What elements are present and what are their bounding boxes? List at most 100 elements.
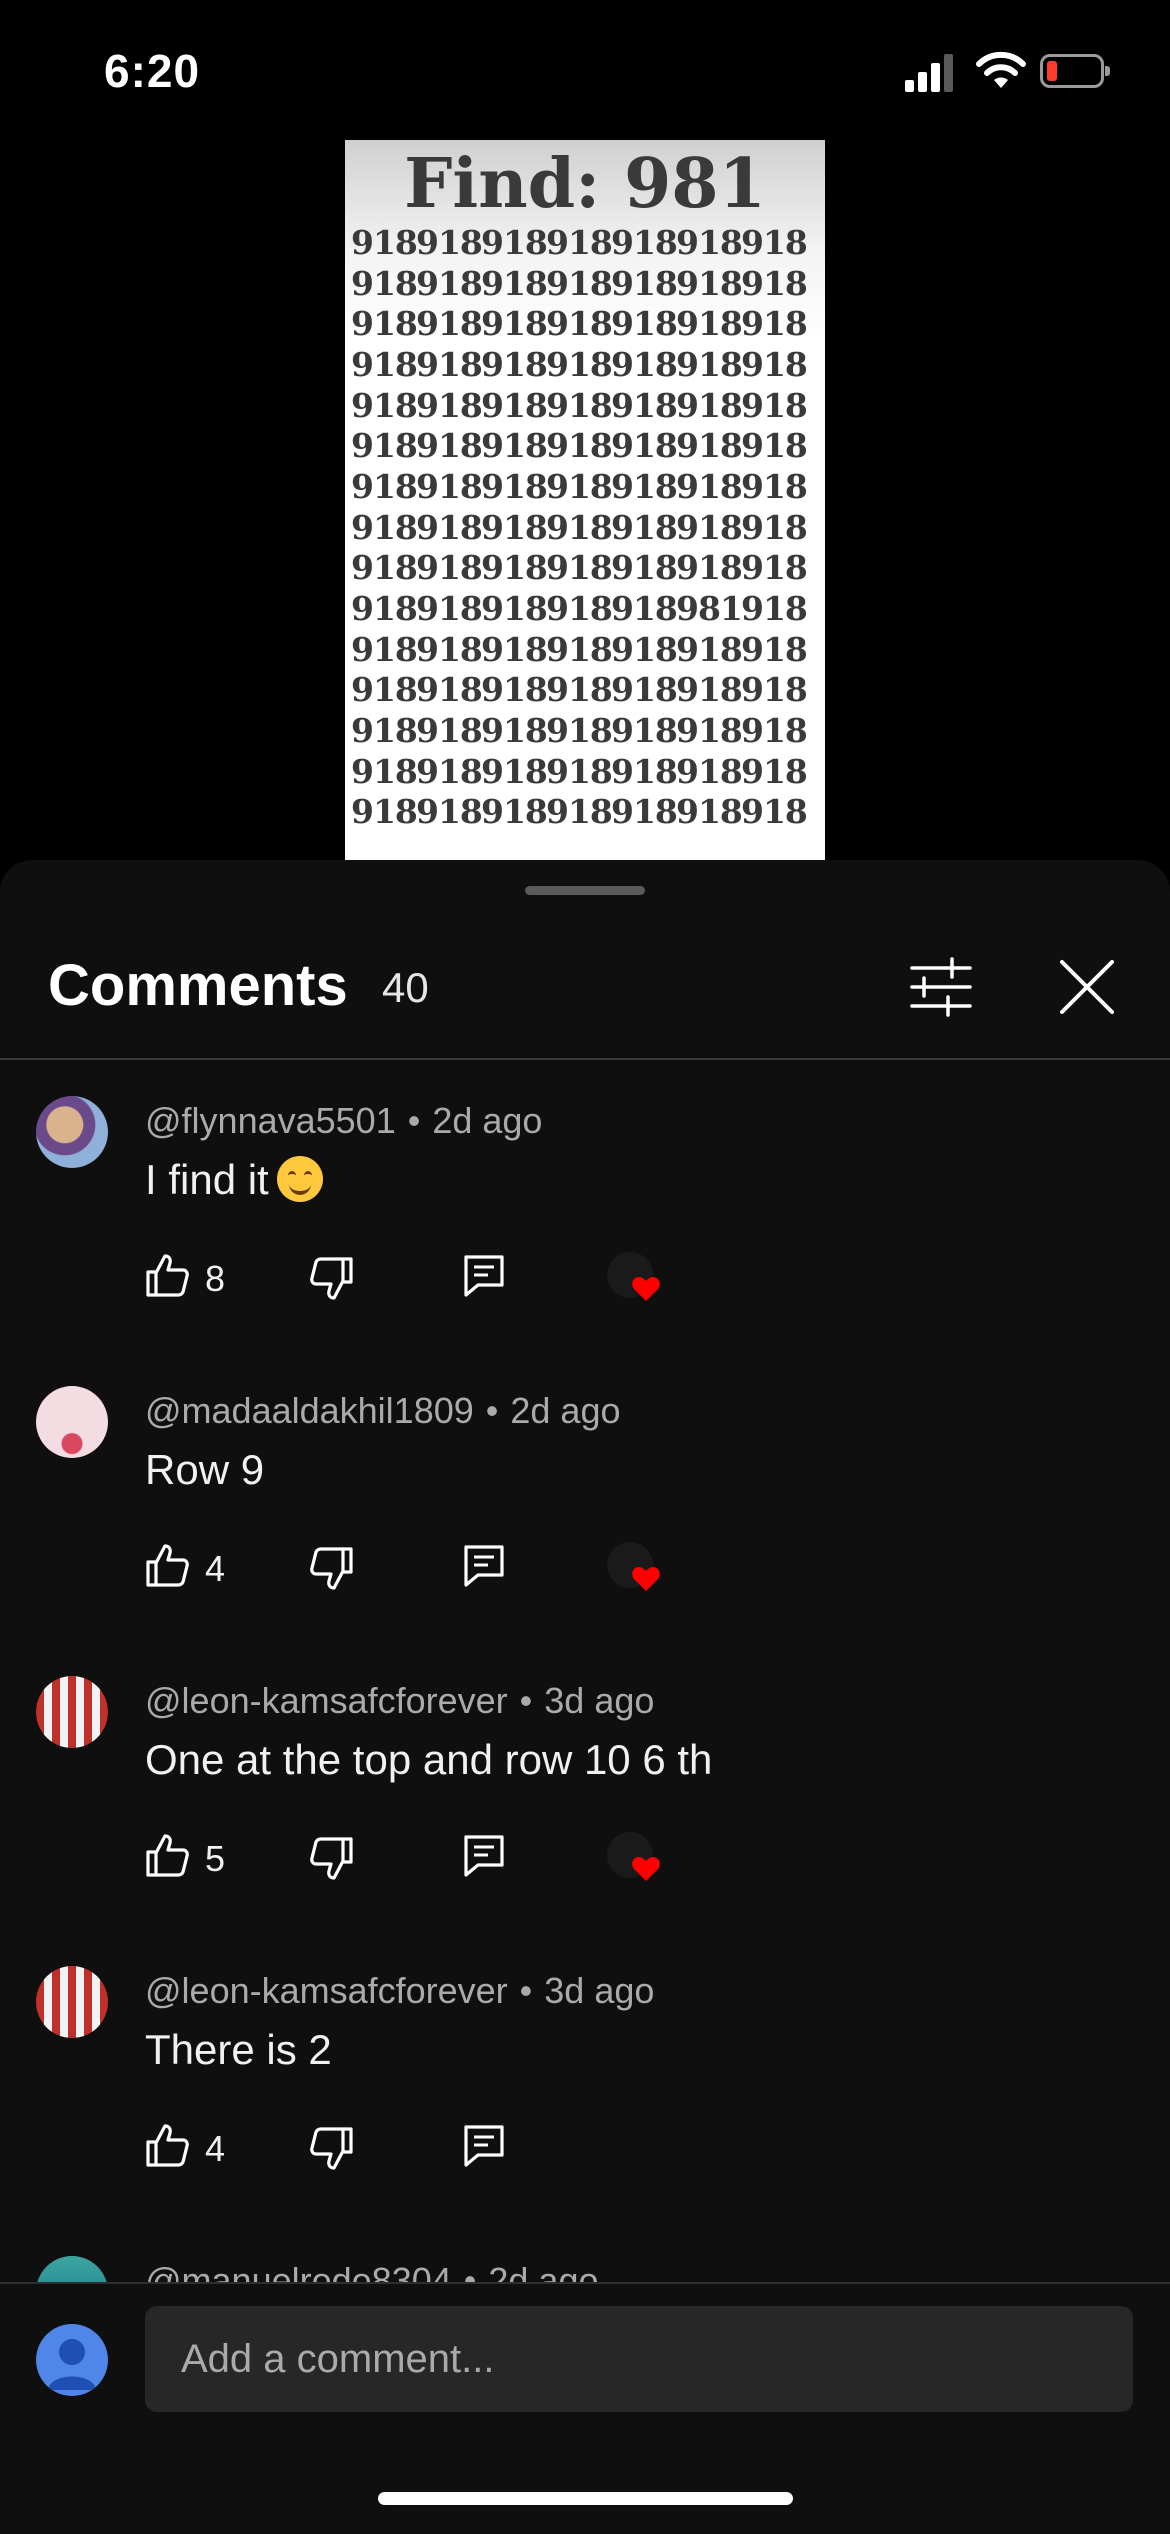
filter-icon[interactable]	[908, 954, 974, 1020]
dislike-icon[interactable]	[310, 1836, 354, 1882]
number-grid: 918 918 918 918 918 918 918 918 918 918 918 918 918 9…	[351, 222, 821, 832]
grid-number: 981	[676, 589, 743, 629]
comment-item: @manuelrodo8304 • 2d ago	[0, 2220, 1170, 2282]
grid-number: 918	[611, 466, 678, 506]
comments-list[interactable]: @flynnava5501 • 2d ago I find it 8 @madaal…	[0, 1060, 1170, 2282]
grid-number: 918	[481, 222, 548, 262]
comment-author[interactable]: @manuelrodo8304	[145, 2260, 452, 2282]
grid-number: 918	[351, 792, 418, 832]
reply-icon[interactable]	[463, 1834, 505, 1878]
grid-number: 918	[481, 507, 548, 547]
like-icon[interactable]	[145, 1832, 189, 1878]
comment-author[interactable]: @leon-kamsafcforever	[145, 1970, 508, 2011]
comment-text: There is 2	[145, 2026, 332, 2073]
grid-number: 918	[481, 344, 548, 384]
video-player[interactable]: Find: 981 918 918 918 918 918 918 918 918 918 918…	[345, 140, 825, 860]
avatar[interactable]	[36, 1096, 108, 1168]
creator-heart-badge	[607, 1832, 661, 1886]
grid-row: 918 918 918 918 918 918 918	[351, 792, 821, 833]
grid-number: 918	[481, 426, 548, 466]
grid-number: 918	[611, 792, 678, 832]
grid-number: 918	[611, 344, 678, 384]
grid-number: 918	[546, 792, 613, 832]
creator-heart-badge	[607, 1542, 661, 1596]
comment-actions: 5	[145, 1832, 845, 1892]
comment-author[interactable]: @flynnava5501	[145, 1100, 396, 1141]
grid-row: 918 918 918 918 918 981 918	[351, 588, 821, 629]
grid-number: 918	[351, 507, 418, 547]
grid-number: 918	[351, 711, 418, 751]
grid-number: 918	[611, 304, 678, 344]
grid-number: 918	[676, 751, 743, 791]
like-count: 4	[205, 2128, 226, 2169]
grid-number: 918	[741, 385, 808, 425]
grid-number: 918	[741, 711, 808, 751]
like-icon[interactable]	[145, 2122, 189, 2168]
like-icon[interactable]	[145, 1542, 189, 1588]
grid-number: 918	[741, 263, 808, 303]
grid-number: 918	[676, 466, 743, 506]
grid-number: 918	[611, 629, 678, 669]
comment-item: @flynnava5501 • 2d ago I find it 8	[0, 1060, 1170, 1350]
avatar[interactable]	[36, 1966, 108, 2038]
grid-number: 918	[676, 263, 743, 303]
grid-row: 918 918 918 918 918 918 918	[351, 670, 821, 711]
like-count: 5	[205, 1838, 226, 1879]
grid-number: 918	[741, 751, 808, 791]
status-time: 6:20	[104, 45, 201, 97]
drag-handle[interactable]	[525, 886, 645, 895]
grid-number: 918	[676, 507, 743, 547]
grid-number: 918	[416, 548, 483, 588]
grid-row: 918 918 918 918 918 918 918	[351, 385, 821, 426]
grid-number: 918	[351, 344, 418, 384]
grid-number: 918	[741, 792, 808, 832]
add-comment-input[interactable]: Add a comment...	[145, 2306, 1133, 2412]
grid-number: 918	[481, 548, 548, 588]
grid-number: 918	[741, 670, 808, 710]
dislike-icon[interactable]	[310, 1256, 354, 1302]
grid-number: 918	[481, 792, 548, 832]
comment-author[interactable]: @leon-kamsafcforever	[145, 1680, 508, 1721]
grid-row: 918 918 918 918 918 918 918	[351, 263, 821, 304]
comment-item: @leon-kamsafcforever • 3d ago One at the t…	[0, 1640, 1170, 1930]
dislike-icon[interactable]	[310, 1546, 354, 1592]
grid-number: 918	[546, 344, 613, 384]
smiling-face-emoji-icon	[276, 1156, 323, 1202]
grid-number: 918	[741, 304, 808, 344]
grid-number: 918	[416, 222, 483, 262]
reply-icon[interactable]	[463, 1254, 505, 1298]
comment-author[interactable]: @madaaldakhil1809	[145, 1390, 474, 1431]
grid-number: 918	[741, 629, 808, 669]
close-icon[interactable]	[1054, 954, 1120, 1020]
grid-row: 918 918 918 918 918 918 918	[351, 751, 821, 792]
avatar[interactable]	[36, 2256, 108, 2282]
comment-meta: @leon-kamsafcforever • 3d ago	[145, 1680, 655, 1721]
grid-number: 918	[741, 589, 808, 629]
comment-text: Row 9	[145, 1446, 265, 1493]
reply-icon[interactable]	[463, 1544, 505, 1588]
avatar[interactable]	[36, 1676, 108, 1748]
grid-row: 918 918 918 918 918 918 918	[351, 710, 821, 751]
avatar[interactable]	[36, 1386, 108, 1458]
grid-row: 918 918 918 918 918 918 918	[351, 222, 821, 263]
grid-number: 918	[546, 751, 613, 791]
grid-number: 918	[351, 263, 418, 303]
grid-number: 918	[416, 344, 483, 384]
comment-meta: @flynnava5501 • 2d ago	[145, 1100, 543, 1141]
grid-number: 918	[416, 385, 483, 425]
like-count: 4	[205, 1548, 226, 1589]
reply-icon[interactable]	[463, 2124, 505, 2168]
dislike-icon[interactable]	[310, 2126, 354, 2172]
comment-composer-bar: Add a comment...	[0, 2282, 1170, 2534]
grid-number: 918	[741, 344, 808, 384]
grid-number: 918	[546, 670, 613, 710]
grid-number: 918	[481, 711, 548, 751]
grid-number: 918	[676, 304, 743, 344]
grid-number: 918	[546, 426, 613, 466]
like-icon[interactable]	[145, 1252, 189, 1298]
user-avatar-icon	[36, 2324, 108, 2396]
home-indicator[interactable]	[378, 2492, 793, 2505]
grid-number: 918	[741, 222, 808, 262]
grid-row: 918 918 918 918 918 918 918	[351, 303, 821, 344]
comment-actions: 4	[145, 2122, 845, 2182]
